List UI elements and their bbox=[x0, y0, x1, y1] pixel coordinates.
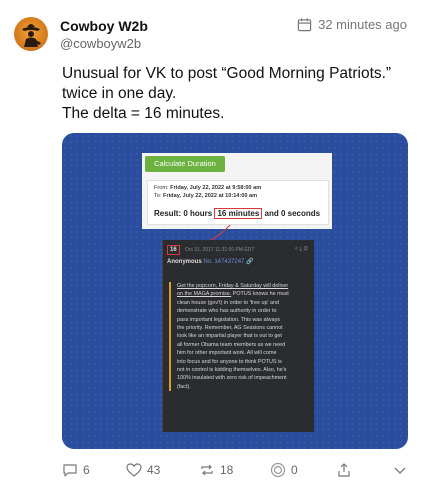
quote-count: 0 bbox=[291, 463, 298, 477]
post-body-line: not in control is kidding themselves. Al… bbox=[177, 367, 287, 374]
cowboy-silhouette-icon bbox=[22, 24, 41, 47]
calculator-result-panel: From: Friday, July 22, 2022 at 9:58:00 a… bbox=[147, 180, 329, 225]
quoted-post-screenshot: 16 Oct 31, 2017 11:31:00 PM EDT < ⤓ ⚙ An… bbox=[162, 240, 314, 432]
post-body-line: clean house (gov't) in order to 'free up… bbox=[177, 299, 279, 306]
share-icon: < ⤓ ⚙ bbox=[294, 246, 308, 252]
more-options-button[interactable] bbox=[392, 462, 408, 478]
post-body-line: into focus and for anyone to think POTUS… bbox=[177, 358, 282, 365]
post-text: Unusual for VK to post “Good Morning Pat… bbox=[62, 64, 407, 124]
calc-result: Result: 0 hours 16 minutes and 0 seconds bbox=[154, 208, 321, 219]
calc-result-prefix: Result: 0 hours bbox=[154, 209, 213, 218]
user-handle[interactable]: @cowboyw2b bbox=[60, 36, 141, 51]
repost-button[interactable]: 18 bbox=[199, 462, 233, 478]
calc-to-line: To: Friday, July 22, 2022 at 10:14:00 am bbox=[154, 193, 257, 199]
post-body-line: (fact). bbox=[177, 383, 191, 390]
post-author: Anonymous No. 147437247 🔗 bbox=[167, 258, 254, 265]
calc-result-suffix: and 0 seconds bbox=[264, 209, 321, 218]
post-body-line: all former Obama team members as we need bbox=[177, 341, 286, 348]
link-icon: 🔗 bbox=[246, 259, 254, 265]
like-button[interactable]: 43 bbox=[126, 462, 160, 478]
post-body-line: on the MAGA promise. POTUS knows he must bbox=[177, 291, 289, 298]
post-actions: 6 43 18 0 bbox=[0, 462, 423, 486]
reply-count: 6 bbox=[83, 463, 90, 477]
chevron-down-icon bbox=[394, 467, 406, 474]
attached-image[interactable]: Calculate Duration From: Friday, July 22… bbox=[62, 133, 408, 449]
like-count: 43 bbox=[147, 463, 161, 477]
calc-to-value: Friday, July 22, 2022 at 10:14:00 am bbox=[163, 193, 258, 199]
post-body-line: 100% insulated with zero risk of impeach… bbox=[177, 375, 287, 382]
post-id: No. 147437247 bbox=[203, 259, 245, 265]
post-body-line: pass important legislation. This was alw… bbox=[177, 316, 280, 323]
quote-button[interactable]: 0 bbox=[270, 462, 298, 478]
post-text-line: The delta = 16 minutes. bbox=[62, 105, 225, 122]
calc-from-label: From: bbox=[154, 185, 169, 191]
post-author-name: Anonymous bbox=[167, 259, 202, 265]
repost-count: 18 bbox=[220, 463, 234, 477]
display-name[interactable]: Cowboy W2b bbox=[60, 18, 148, 34]
share-button[interactable] bbox=[336, 462, 352, 478]
post-body-line-underlined: on the MAGA promise. bbox=[177, 291, 232, 298]
calc-to-label: To: bbox=[154, 193, 162, 199]
reply-button[interactable]: 6 bbox=[62, 462, 90, 478]
post-body-line: the priority. Remember, AG Sessions cann… bbox=[177, 325, 283, 332]
calendar-icon bbox=[297, 18, 312, 32]
reply-icon bbox=[63, 464, 77, 477]
calc-from-value: Friday, July 22, 2022 at 9:58:00 am bbox=[170, 185, 262, 191]
repost-icon bbox=[201, 464, 213, 476]
avatar[interactable] bbox=[14, 17, 48, 51]
calc-from-line: From: Friday, July 22, 2022 at 9:58:00 a… bbox=[154, 185, 261, 191]
post-text-line: Unusual for VK to post “Good Morning Pat… bbox=[62, 65, 392, 82]
post-timestamp[interactable]: 32 minutes ago bbox=[297, 17, 407, 32]
post-date: Oct 31, 2017 11:31:00 PM EDT bbox=[185, 247, 255, 253]
calc-result-minutes: 16 minutes bbox=[214, 208, 263, 219]
calculate-duration-button: Calculate Duration bbox=[145, 156, 225, 172]
post-body: Get the popcorn, Friday & Saturday will … bbox=[169, 282, 311, 392]
quote-icon bbox=[270, 462, 286, 478]
timestamp-text: 32 minutes ago bbox=[318, 17, 407, 32]
post-number-badge: 16 bbox=[167, 245, 180, 255]
post-text-line: twice in one day. bbox=[62, 85, 177, 102]
heart-icon bbox=[126, 463, 142, 477]
duration-calculator: Calculate Duration From: Friday, July 22… bbox=[142, 153, 332, 229]
share-icon bbox=[338, 463, 350, 477]
post-body-line: Get the popcorn, Friday & Saturday will … bbox=[177, 283, 289, 289]
post-body-line: look like an impartial player that is ou… bbox=[177, 333, 282, 340]
post-body-line: demonstrate who has authority in order t… bbox=[177, 308, 277, 315]
post-body-line: him for other important work. All will c… bbox=[177, 350, 277, 357]
